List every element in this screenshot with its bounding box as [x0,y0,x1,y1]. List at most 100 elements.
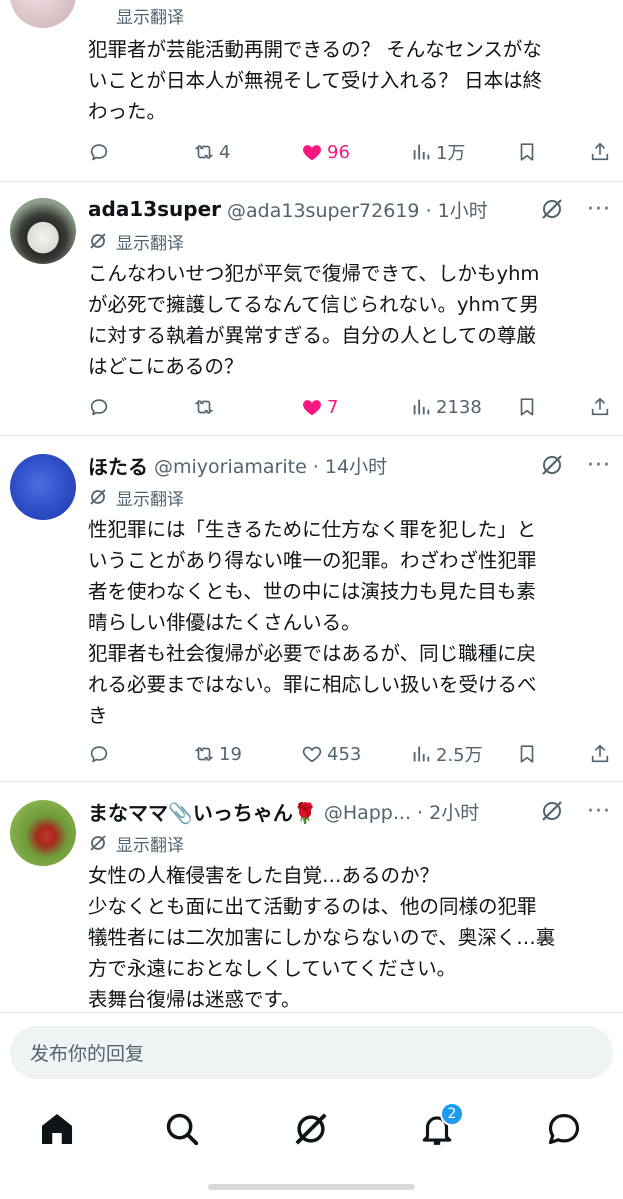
tweet-text-line: 犯罪者が芸能活動再開できるの？ そんなセンスがな [88,38,542,61]
notifications-badge: 2 [440,1102,464,1126]
translate-label: 显示翻译 [116,233,184,254]
bookmark-icon [520,398,534,416]
tweet-header: ada13super @ada13super72619 · 1小时 [88,192,488,226]
tweet-divider [0,435,623,436]
tab-search[interactable] [163,1110,203,1150]
tweet-text: こんなわいせつ犯が平気で復帰できて、しかもyhm が必死で擁護してるなんて信じら… [88,258,608,382]
tweet-text-line: 晴らしい俳優はたくさんいる。 [88,611,361,634]
tweet-text-line: 表舞台復帰は迷惑です。 [88,988,301,1011]
more-icon[interactable]: ··· [587,794,611,828]
tab-home[interactable] [38,1110,78,1150]
views-button[interactable]: 2.5万 [410,739,483,769]
share-button[interactable] [589,137,615,167]
bookmark-button[interactable] [516,137,542,167]
like-button[interactable]: 453 [301,739,361,769]
tweet[interactable]: まなママ📎いっちゃん🌹 @Happ... · 2小时 ··· 显示翻译 女性の人… [0,794,623,1012]
share-icon [591,142,609,161]
handle-and-time[interactable]: @Happ... · 2小时 [324,798,479,825]
views-count: 2.5万 [436,745,483,766]
tweet[interactable]: 显示翻译 犯罪者が芸能活動再開できるの？ そんなセンスがな いことが日本人が無視… [0,0,623,180]
reply-button[interactable] [88,392,114,422]
views-icon [413,746,430,762]
avatar[interactable] [10,454,76,520]
share-button[interactable] [589,739,615,769]
display-name[interactable]: ほたる [88,451,148,480]
home-indicator [208,1184,415,1190]
avatar[interactable] [10,0,76,28]
tweet-actions: 4 96 1万 [88,137,613,167]
retweet-count: 19 [219,743,242,765]
heart-icon [302,746,322,763]
tweet-text: 性犯罪には「生きるために仕方なく罪を犯した」と いうことがあり得ない唯一の犯罪。… [88,514,608,731]
tab-grok[interactable] [292,1110,332,1150]
handle-and-time[interactable]: @miyoriamarite · 14小时 [154,452,387,479]
views-button[interactable]: 1万 [410,137,465,167]
reply-input-placeholder: 发布你的回复 [30,1043,145,1065]
show-translation-link[interactable]: 显示翻译 [88,830,184,856]
share-button[interactable] [589,392,615,422]
reply-button[interactable] [88,739,114,769]
bookmark-button[interactable] [516,392,542,422]
tab-messages[interactable] [545,1110,585,1150]
tweet-text-line: 犯罪者も社会復帰が必要ではあるが、同じ職種に戻 [88,642,537,665]
like-count: 96 [327,141,350,163]
tab-notifications[interactable]: 2 [418,1102,464,1150]
retweet-icon [194,746,214,762]
tweet-text-line: 者を使わなくとも、世の中には演技力も見た目も素 [88,580,536,603]
reply-icon [90,399,108,416]
tweet-header: ほたる @miyoriamarite · 14小时 [88,448,387,482]
retweet-icon [194,399,214,415]
show-translation-link[interactable]: 显示翻译 [88,484,184,510]
views-count: 2138 [436,396,482,418]
avatar[interactable] [10,198,76,264]
tweet-text: 犯罪者が芸能活動再開できるの？ そんなセンスがな いことが日本人が無視そして受け… [88,34,608,127]
retweet-button[interactable]: 19 [193,739,242,769]
tweet-text-line: き [88,704,108,727]
tweet-text-line: れる必要まではない。罪に相応しい扱いを受けるべ [88,673,537,696]
display-name[interactable]: まなママ📎いっちゃん🌹 [88,797,318,826]
retweet-button[interactable]: 4 [193,137,230,167]
tweet[interactable]: ほたる @miyoriamarite · 14小时 ··· 显示翻译 性犯罪には… [0,448,623,778]
bookmark-icon [520,745,534,763]
tweet-actions: 7 2138 [88,392,613,422]
reply-input[interactable]: 发布你的回复 [10,1026,613,1079]
home-icon [41,1113,73,1145]
grok-icon[interactable] [539,798,565,824]
show-translation-link[interactable]: 显示翻译 [88,2,184,28]
avatar[interactable] [10,800,76,866]
grok-icon[interactable] [539,196,565,222]
tweet-text-line: が必死で擁護してるなんて信じられない。yhmて男 [88,293,539,316]
views-button[interactable]: 2138 [410,392,482,422]
reply-icon [90,144,108,161]
translate-label: 显示翻译 [116,489,184,510]
grok-icon[interactable] [539,452,565,478]
bookmark-icon [520,143,534,161]
display-name[interactable]: ada13super [88,197,221,221]
like-button[interactable]: 96 [301,137,350,167]
show-translation-link[interactable]: 显示翻译 [88,228,184,254]
share-icon [591,744,609,763]
bookmark-button[interactable] [516,739,542,769]
tweet-feed: 显示翻译 犯罪者が芸能活動再開できるの？ そんなセンスがな いことが日本人が無視… [0,0,623,1012]
heart-icon [303,400,321,416]
tweet-text-line: 女性の人権侵害をした自覚…あるのか？ [88,864,440,887]
more-icon[interactable]: ··· [587,192,611,226]
like-count: 7 [327,396,339,418]
handle-and-time[interactable]: @ada13super72619 · 1小时 [227,196,488,223]
translate-label: 显示翻译 [116,7,184,28]
tweet-divider [0,781,623,782]
like-button[interactable]: 7 [301,392,338,422]
tweet-text-line: いうことがあり得ない唯一の犯罪。わざわざ性犯罪 [88,549,537,572]
messages-icon [548,1113,580,1145]
bottom-tab-bar: 2 [0,1094,623,1174]
retweet-button[interactable] [193,392,219,422]
tweet[interactable]: ada13super @ada13super72619 · 1小时 ··· 显示… [0,192,623,432]
more-icon[interactable]: ··· [587,448,611,482]
composer-divider [0,1012,623,1013]
share-icon [591,397,609,416]
tweet-text-line: 少なくとも面に出て活動するのは、他の同様の犯罪 [88,895,537,918]
tweet-text-line: 方で永遠におとなしくしていてください。 [88,957,457,980]
tweet-text-line: 性犯罪には「生きるために仕方なく罪を犯した」と [88,518,537,541]
views-count: 1万 [436,143,466,164]
reply-button[interactable] [88,137,114,167]
